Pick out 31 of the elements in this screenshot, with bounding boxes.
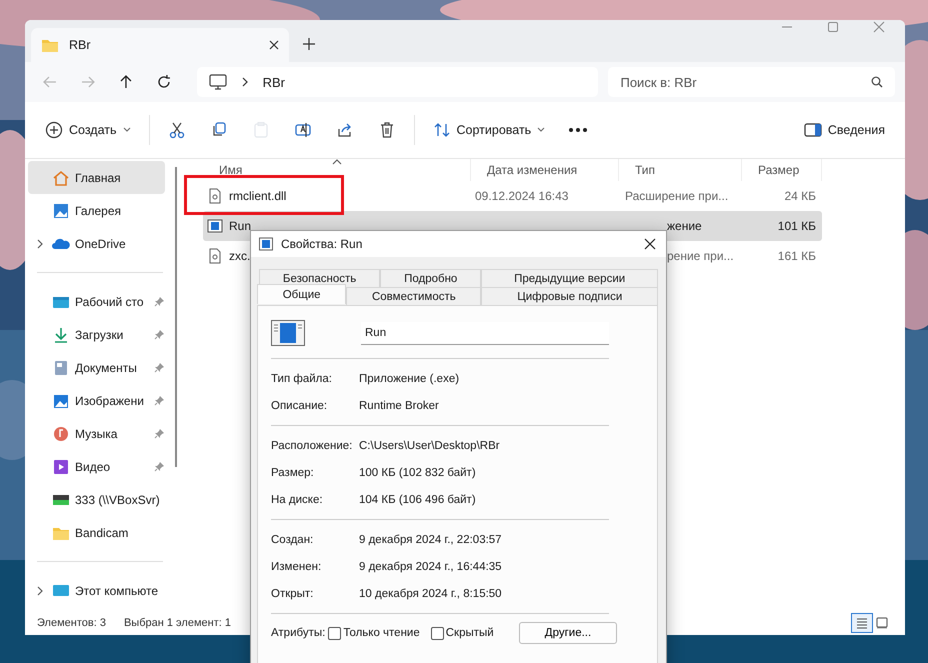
property-label: Тип файла: bbox=[271, 372, 333, 384]
type-cell: рение при... bbox=[667, 249, 734, 263]
property-label: Изменен: bbox=[271, 560, 322, 572]
file-name: zxc. bbox=[229, 249, 250, 263]
property-value: 100 КБ (102 832 байт) bbox=[359, 466, 476, 478]
property-value: 10 декабря 2024 г., 8:15:50 bbox=[359, 588, 502, 600]
attributes-label: Атрибуты: bbox=[271, 627, 326, 639]
property-label: Открыт: bbox=[271, 588, 314, 600]
property-value: Приложение (.exe) bbox=[359, 372, 460, 384]
property-value: C:\Users\User\Desktop\RBr bbox=[359, 440, 500, 452]
file-name: rmclient.dll bbox=[229, 189, 286, 203]
property-value: Runtime Broker bbox=[359, 400, 439, 412]
property-value: 9 декабря 2024 г., 16:44:35 bbox=[359, 560, 502, 572]
type-cell: жение bbox=[667, 219, 702, 233]
size-cell: 24 КБ bbox=[784, 189, 816, 203]
size-cell: 161 КБ bbox=[778, 249, 816, 263]
item-count: Элементов: 3 bbox=[37, 617, 106, 629]
checkbox-label: Только чтение bbox=[343, 627, 420, 639]
selection-info: Выбран 1 элемент: 1 bbox=[124, 617, 231, 629]
property-label: Расположение: bbox=[271, 440, 354, 452]
checkbox-label: Скрытый bbox=[446, 627, 494, 639]
property-value: 104 КБ (106 496 байт) bbox=[359, 494, 476, 506]
file-name: Run bbox=[229, 219, 252, 233]
property-label: Описание: bbox=[271, 400, 328, 412]
property-label: Создан: bbox=[271, 534, 314, 546]
type-cell: Расширение при... bbox=[625, 189, 728, 203]
size-cell: 101 КБ bbox=[778, 219, 816, 233]
property-label: Размер: bbox=[271, 466, 315, 478]
property-value: 9 декабря 2024 г., 22:03:57 bbox=[359, 534, 502, 546]
property-label: На диске: bbox=[271, 494, 324, 506]
date-cell: 09.12.2024 16:43 bbox=[475, 189, 568, 203]
